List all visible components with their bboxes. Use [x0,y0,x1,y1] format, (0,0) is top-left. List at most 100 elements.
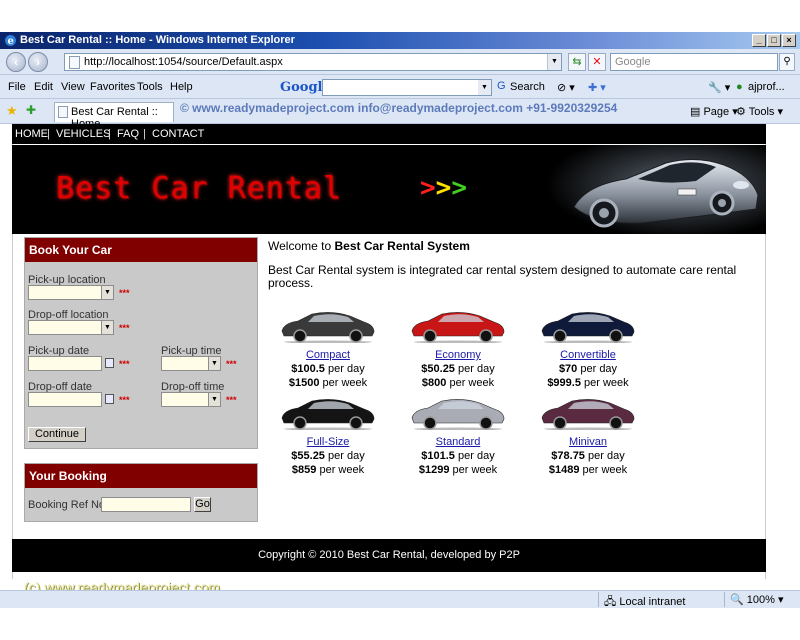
vehicle-type-link[interactable]: Standard [398,436,518,448]
weekly-price-unit: per week [582,464,628,476]
nav-contact[interactable]: CONTACT [152,128,204,140]
pickup-date-input[interactable] [28,356,102,371]
tools-menu[interactable]: ⚙ Tools ▾ [736,105,783,118]
stop-button[interactable]: ✕ [588,53,606,71]
your-booking-panel: Your Booking Booking Ref No Go [24,463,258,522]
vehicle-image[interactable] [528,307,648,344]
page-menu[interactable]: ▤ Page ▾ [690,105,738,118]
nav-vehicles[interactable]: VEHICLES [56,128,110,140]
daily-price-unit: per day [580,363,618,375]
vehicle-card: Standard $101.5 per day $1299 per week [398,394,518,476]
close-window-button[interactable]: × [782,34,796,47]
google-search-button[interactable]: Search [510,81,545,93]
window-title: Best Car Rental :: Home - Windows Intern… [20,34,295,46]
nav-separator: | [143,128,146,140]
vehicle-type-link[interactable]: Convertible [528,349,648,361]
status-divider [724,592,725,607]
car-icon [281,399,375,431]
vehicle-image[interactable] [398,307,518,344]
tab-best-car-rental[interactable]: Best Car Rental :: Home [54,102,174,130]
weekly-price-unit: per week [584,377,629,389]
search-go-button[interactable]: ⚲ [779,53,795,71]
pickup-time-select[interactable]: ▼ [161,356,221,371]
daily-price-value: $55.25 [291,450,325,462]
vehicle-type-link[interactable]: Economy [398,349,518,361]
google-user-label[interactable]: ajprof... [748,81,785,93]
daily-price: $78.75 per day [528,450,648,462]
pickup-location-select[interactable]: ▼ [28,285,114,300]
dropoff-date-input[interactable] [28,392,102,407]
vehicle-image[interactable] [268,307,388,344]
menu-help[interactable]: Help [170,81,193,93]
booking-ref-label: Booking Ref No [28,499,106,511]
google-dropdown-icon[interactable]: ▼ [478,80,491,95]
weekly-price-unit: per week [449,377,495,389]
page-menu-icon: ▤ [690,106,704,118]
calendar-icon[interactable] [105,394,114,404]
menu-view[interactable]: View [61,81,85,93]
status-divider [598,592,599,607]
daily-price: $70 per day [528,363,648,375]
address-dropdown-icon[interactable]: ▼ [547,54,561,70]
go-button[interactable]: Go [194,497,211,512]
wrench-icon[interactable]: 🔧 ▾ [708,81,730,94]
menu-file[interactable]: File [8,81,26,93]
add-favorites-icon[interactable]: ✚ [26,103,36,117]
tab-page-icon [58,106,68,118]
daily-price-value: $100.5 [291,363,325,375]
nav-faq[interactable]: FAQ [117,128,139,140]
refresh-button[interactable]: ⇆ [568,53,586,71]
nav-home[interactable]: HOME [15,128,48,140]
weekly-price: $800 per week [398,377,518,389]
site-brand-title: Best Car Rental [56,171,342,206]
internet-explorer-icon: e [5,35,16,47]
menu-favorites[interactable]: Favorites [90,81,135,93]
vehicle-type-link[interactable]: Full-Size [268,436,388,448]
vehicle-image[interactable] [268,394,388,431]
daily-price-unit: per day [458,450,495,462]
car-icon [541,312,635,344]
browser-search-input[interactable]: Google [610,53,778,71]
required-marker: *** [226,359,237,369]
zoom-level[interactable]: 🔍 100% ▾ [730,593,783,606]
gear-icon: ⚙ [736,106,749,118]
car-icon [541,399,635,431]
vehicle-type-link[interactable]: Compact [268,349,388,361]
required-marker: *** [119,323,130,333]
vehicle-card: Economy $50.25 per day $800 per week [398,307,518,389]
arrow-yellow: > [435,173,452,203]
back-button[interactable]: ‹ [6,52,26,72]
required-marker: *** [119,288,130,298]
dropoff-location-select[interactable]: ▼ [28,320,114,335]
vehicle-image[interactable] [528,394,648,431]
maximize-button[interactable]: □ [767,34,781,47]
vehicle-image[interactable] [398,394,518,431]
daily-price-unit: per day [458,363,495,375]
favorites-star-icon[interactable]: ★ [6,103,18,119]
weekly-price-value: $1299 [418,464,450,476]
vehicle-card: Full-Size $55.25 per day $859 per week [268,394,388,476]
user-status-icon: ● [736,81,743,93]
welcome-heading: Welcome to Best Car Rental System [268,239,470,253]
google-search-input[interactable]: ▼ [322,79,492,96]
daily-price-value: $78.75 [551,450,585,462]
calendar-icon[interactable] [105,358,114,368]
refresh-icon: ⇆ [572,56,582,68]
minimize-button[interactable]: _ [752,34,766,47]
address-input[interactable]: http://localhost:1054/source/Default.asp… [64,53,562,71]
vehicle-type-link[interactable]: Minivan [528,436,648,448]
forward-button[interactable]: › [28,52,48,72]
add-icon[interactable]: ✚ ▾ [588,81,606,94]
menu-edit[interactable]: Edit [34,81,53,93]
watermark-text: © www.readymadeproject.com info@readymad… [180,101,618,115]
booking-ref-input[interactable] [101,497,191,512]
weekly-price: $1299 per week [398,464,518,476]
dropoff-time-select[interactable]: ▼ [161,392,221,407]
book-your-car-panel: Book Your Car Pick-up location ▼ *** Dro… [24,237,258,449]
continue-button[interactable]: Continue [28,427,86,442]
arrow-green: > [451,173,467,203]
vehicle-card: Convertible $70 per day $999.5 per week [528,307,648,389]
menu-tools[interactable]: Tools [137,81,163,93]
pagerank-icon[interactable]: ⊘ ▾ [557,81,575,94]
nav-separator: | [108,128,111,140]
